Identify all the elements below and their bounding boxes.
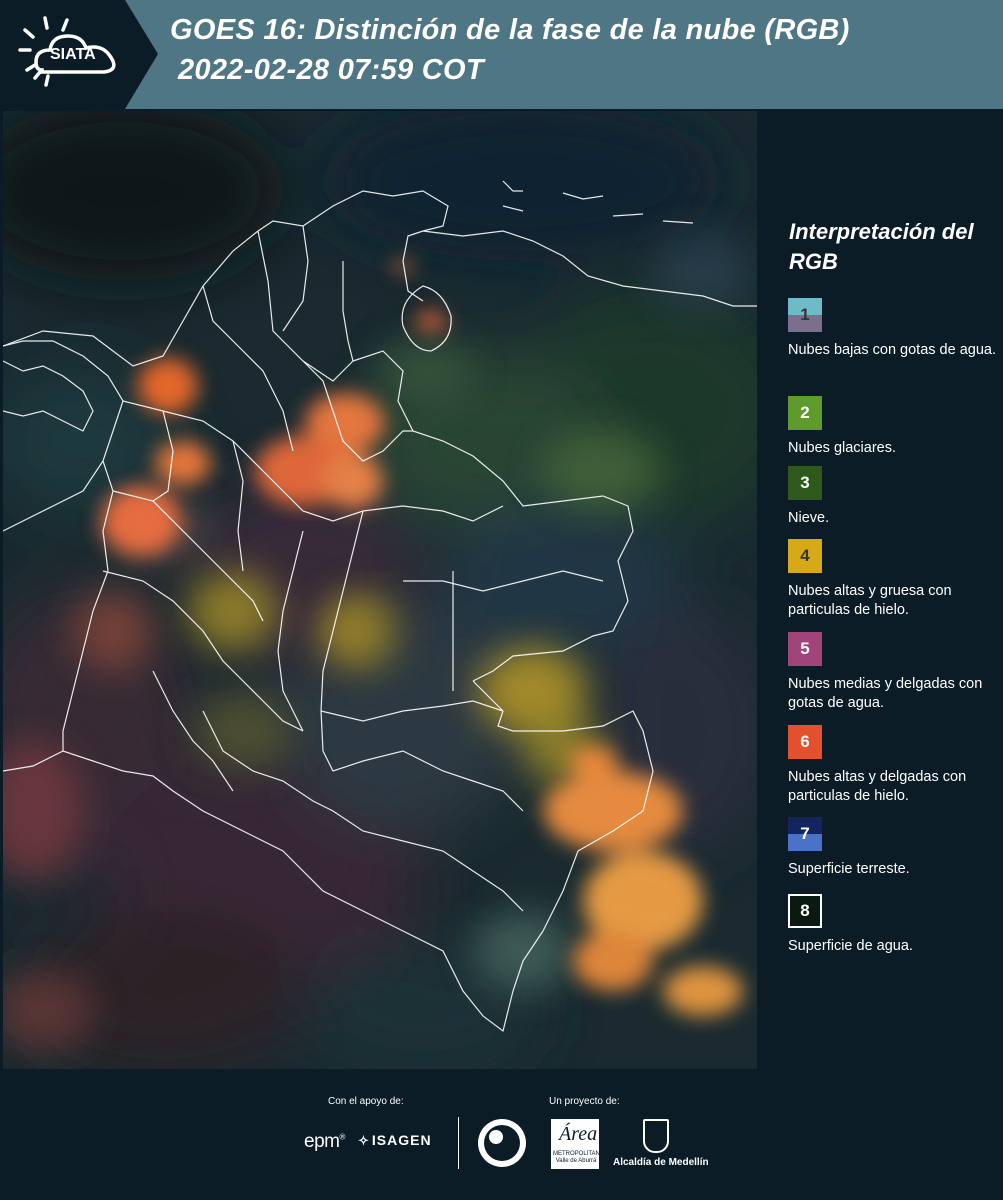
legend-number: 6 xyxy=(800,732,810,751)
project-label: Un proyecto de: xyxy=(549,1096,620,1107)
legend-number: 3 xyxy=(800,473,810,492)
legend-label: Nubes glaciares. xyxy=(788,440,896,456)
legend-panel: Interpretación del RGB 1 Nubes bajas con… xyxy=(762,111,1003,1069)
universidad-seal-icon xyxy=(478,1119,526,1167)
siata-logo-text: SIATA xyxy=(50,46,96,63)
legend-title: Interpretación del RGB xyxy=(789,219,974,274)
legend-label: Nieve. xyxy=(788,510,830,526)
legend-label: Superficie terreste. xyxy=(788,861,910,877)
legend-number: 8 xyxy=(800,901,810,920)
siata-logo: SIATA xyxy=(0,0,160,109)
legend-swatch-7: 7 xyxy=(788,817,822,851)
legend-swatch-4: 4 xyxy=(788,539,822,573)
legend-item-3: 3 Nieve. xyxy=(788,466,1003,528)
legend-label: Nubes altas y gruesa con particulas de h… xyxy=(788,583,952,618)
legend-swatch-6: 6 xyxy=(788,725,822,759)
legend-swatch-2: 2 xyxy=(788,396,822,430)
legend-item-4: 4 Nubes altas y gruesa con particulas de… xyxy=(788,539,1003,620)
isagen-logo-text: ISAGEN xyxy=(371,1132,432,1148)
page-title: GOES 16: Distinción de la fase de la nub… xyxy=(170,14,850,46)
legend-number: 1 xyxy=(800,305,810,324)
legend-item-5: 5 Nubes medias y delgadas con gotas de a… xyxy=(788,632,1003,713)
area-metropolitana-logo: Área METROPOLITANA Valle de Aburrá xyxy=(551,1119,604,1169)
legend-swatch-5: 5 xyxy=(788,632,822,666)
header-bar: SIATA GOES 16: Distinción de la fase de … xyxy=(0,0,1003,109)
legend-item-8: 8 Superficie de agua. xyxy=(788,894,1003,956)
legend-item-7: 7 Superficie terreste. xyxy=(788,817,1003,879)
isagen-logo: ✧ ISAGEN xyxy=(358,1132,432,1149)
area-logo-title: Área xyxy=(559,1123,598,1145)
legend-label: Nubes medias y delgadas con gotas de agu… xyxy=(788,676,983,711)
area-logo-subtitle: METROPOLITANA Valle de Aburrá xyxy=(553,1151,604,1164)
legend-item-6: 6 Nubes altas y delgadas con particulas … xyxy=(788,725,1003,806)
alcaldia-label: Alcaldía de Medellín xyxy=(613,1157,709,1168)
legend-swatch-8: 8 xyxy=(788,894,822,928)
legend-swatch-3: 3 xyxy=(788,466,822,500)
footer-divider xyxy=(458,1117,459,1169)
support-label: Con el apoyo de: xyxy=(328,1096,404,1107)
legend-label: Superficie de agua. xyxy=(788,938,913,954)
legend-label: Nubes bajas con gotas de agua. xyxy=(788,342,996,358)
alcaldia-shield-icon xyxy=(643,1119,669,1153)
legend-item-1: 1 Nubes bajas con gotas de agua. xyxy=(788,298,1003,360)
epm-logo: epm® xyxy=(304,1131,345,1153)
legend-label: Nubes altas y delgadas con particulas de… xyxy=(788,769,967,804)
legend-item-2: 2 Nubes glaciares. xyxy=(788,396,1003,458)
seal-core xyxy=(489,1130,503,1144)
isagen-mark-icon: ✧ xyxy=(358,1133,370,1148)
registered-mark: ® xyxy=(339,1132,345,1142)
timestamp: 2022-02-28 07:59 COT xyxy=(178,54,484,86)
footer: Con el apoyo de: Un proyecto de: epm® ✧ I… xyxy=(0,1069,1003,1200)
legend-number: 5 xyxy=(800,639,810,658)
satellite-map xyxy=(3,111,757,1069)
legend-number: 7 xyxy=(800,824,810,843)
legend-swatch-1: 1 xyxy=(788,298,822,332)
legend-number: 2 xyxy=(800,403,810,422)
legend-number: 4 xyxy=(800,546,810,565)
seal-ring xyxy=(484,1125,520,1161)
epm-logo-text: epm xyxy=(304,1131,340,1152)
